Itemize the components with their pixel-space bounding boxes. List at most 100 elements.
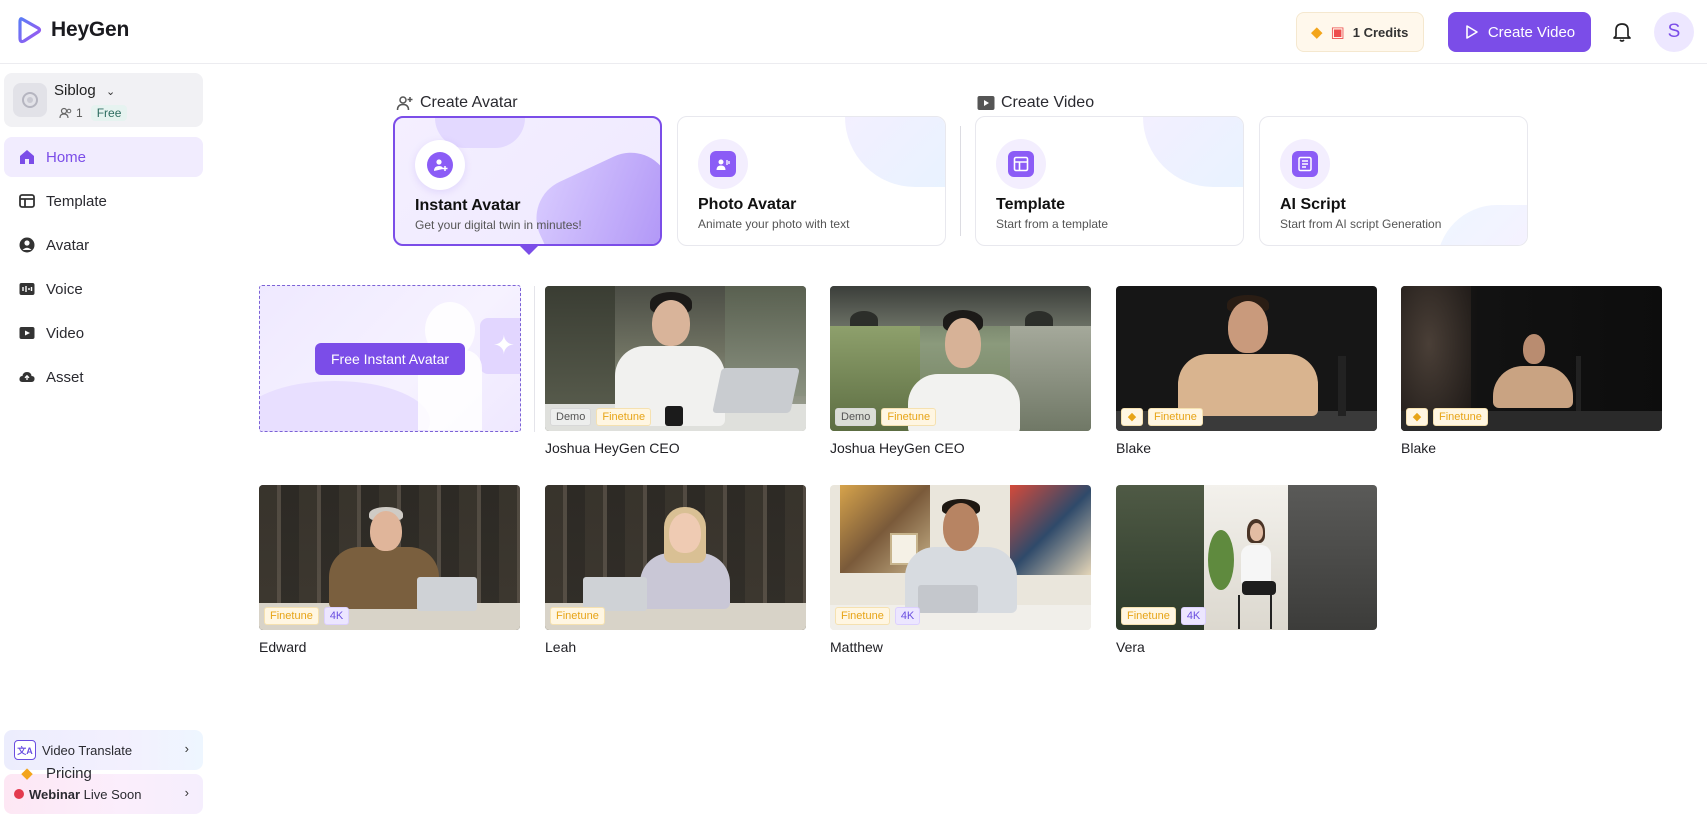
sidebar-item-video[interactable]: Video xyxy=(4,313,203,353)
card-decoration xyxy=(845,117,945,187)
avatar-tile-leah[interactable]: Finetune Leah xyxy=(545,485,806,655)
sidebar-item-label: Home xyxy=(46,148,87,166)
create-video-button[interactable]: Create Video xyxy=(1448,12,1591,52)
finetune-tag: Finetune xyxy=(1121,607,1176,625)
avatar-name: Joshua HeyGen CEO xyxy=(830,440,965,456)
tag-group: ◆ Finetune xyxy=(1406,408,1488,426)
4k-tag: 4K xyxy=(894,607,921,625)
section-divider xyxy=(960,126,961,236)
4k-tag: 4K xyxy=(1180,607,1207,625)
4k-tag: 4K xyxy=(323,607,350,625)
template-card[interactable]: Template Start from a template xyxy=(975,116,1244,246)
avatar-thumbnail[interactable]: Demo Finetune xyxy=(830,286,1091,431)
avatar-tile-joshua-1[interactable]: Demo Finetune Joshua HeyGen CEO xyxy=(545,286,806,456)
plan-badge: Free xyxy=(90,105,128,121)
avatar-thumbnail[interactable]: Finetune 4K xyxy=(1116,485,1377,630)
sidebar-item-home[interactable]: Home xyxy=(4,137,203,177)
sidebar-item-label: Video xyxy=(46,324,85,342)
video-icon xyxy=(19,327,35,339)
gem-icon: ◆ xyxy=(21,765,33,782)
free-instant-avatar-tile[interactable]: ✦ Free Instant Avatar xyxy=(259,285,521,432)
avatar-tile-blake-1[interactable]: ◆ Finetune Blake xyxy=(1116,286,1377,456)
finetune-tag: Finetune xyxy=(1433,408,1488,426)
top-header: HeyGen ◆ ▣ 1 Credits Create Video S xyxy=(0,0,1707,64)
avatar-thumbnail[interactable]: ◆ Finetune xyxy=(1401,286,1662,431)
finetune-tag: Finetune xyxy=(835,607,890,625)
logo[interactable]: HeyGen xyxy=(16,16,129,44)
avatar-tile-blake-2[interactable]: ◆ Finetune Blake xyxy=(1401,286,1662,456)
home-icon xyxy=(20,150,34,164)
tag-group: ◆ Finetune xyxy=(1121,408,1203,426)
workspace-logo-icon xyxy=(13,83,47,117)
ai-script-icon xyxy=(1280,139,1330,189)
sidebar-item-label: Asset xyxy=(46,368,84,386)
create-video-label: Create Video xyxy=(1001,94,1095,111)
finetune-tag: Finetune xyxy=(881,408,937,426)
demo-tag: Demo xyxy=(835,408,877,426)
user-avatar[interactable]: S xyxy=(1654,12,1694,52)
avatar-name: Blake xyxy=(1116,440,1152,456)
heygen-logo-icon xyxy=(18,17,42,44)
avatar-thumbnail[interactable]: Finetune xyxy=(545,485,806,630)
photo-avatar-card[interactable]: Photo Avatar Animate your photo with tex… xyxy=(677,116,946,246)
avatar-name: Edward xyxy=(259,639,307,655)
sidebar-item-label: Voice xyxy=(46,280,83,298)
tag-group: Demo Finetune xyxy=(550,408,652,426)
avatar-icon xyxy=(19,237,35,253)
app-root: HeyGen ◆ ▣ 1 Credits Create Video S Sibl… xyxy=(0,0,1707,815)
avatar-tile-matthew[interactable]: Finetune 4K Matthew xyxy=(830,485,1091,655)
create-video-label: Create Video xyxy=(1487,23,1576,41)
instant-avatar-card[interactable]: Instant Avatar Get your digital twin in … xyxy=(393,116,662,246)
sidebar-item-asset[interactable]: Asset xyxy=(4,357,203,397)
bell-icon[interactable] xyxy=(1610,20,1634,44)
card-title: Instant Avatar xyxy=(415,197,521,214)
avatar-tile-edward[interactable]: Finetune 4K Edward xyxy=(259,485,520,655)
workspace-members: 1 xyxy=(76,106,83,120)
chevron-down-icon: ⌄ xyxy=(106,86,116,98)
sidebar-item-label: Avatar xyxy=(46,236,90,254)
sparkle-icon: ✦ xyxy=(493,330,515,360)
tile-divider xyxy=(534,286,535,432)
avatar-thumbnail[interactable]: Finetune 4K xyxy=(259,485,520,630)
create-avatar-label: Create Avatar xyxy=(420,94,518,111)
sidebar-item-pricing[interactable]: ◆ Pricing xyxy=(4,753,203,793)
sidebar-item-template[interactable]: Template xyxy=(4,181,203,221)
avatar-name: Blake xyxy=(1401,440,1437,456)
card-subtitle: Get your digital twin in minutes! xyxy=(415,218,582,232)
avatar-tile-vera[interactable]: Finetune 4K Vera xyxy=(1116,485,1377,655)
avatar-thumbnail[interactable]: Finetune 4K xyxy=(830,485,1091,630)
avatar-name: Leah xyxy=(545,639,577,655)
tile-decoration xyxy=(260,381,430,431)
avatar-name: Matthew xyxy=(830,639,883,655)
avatar-thumbnail[interactable]: ◆ Finetune xyxy=(1116,286,1377,431)
card-subtitle: Animate your photo with text xyxy=(698,217,850,231)
sidebar-item-label: Pricing xyxy=(46,764,92,782)
tag-group: Finetune xyxy=(550,607,605,625)
voice-icon xyxy=(19,283,35,295)
free-instant-avatar-button[interactable]: Free Instant Avatar xyxy=(315,343,465,375)
create-avatar-heading: Create Avatar xyxy=(396,94,518,112)
finetune-tag: Finetune xyxy=(596,408,652,426)
sidebar-item-label: Template xyxy=(46,192,107,210)
card-title: AI Script xyxy=(1280,196,1346,213)
gem-tag-icon: ◆ xyxy=(1406,408,1428,426)
finetune-tag: Finetune xyxy=(550,607,605,625)
avatar-name: Vera xyxy=(1116,639,1145,655)
card-title: Template xyxy=(996,196,1066,213)
credits-label: 1 Credits xyxy=(1352,24,1409,40)
avatar-tile-joshua-2[interactable]: Demo Finetune Joshua HeyGen CEO xyxy=(830,286,1091,456)
tag-group: Finetune 4K xyxy=(835,607,921,625)
gem-icon: ◆ xyxy=(1311,24,1323,41)
credits-badge[interactable]: ◆ ▣ 1 Credits xyxy=(1296,12,1424,52)
workspace-switcher[interactable]: Siblog ⌄ 1 Free xyxy=(4,73,203,127)
gem-tag-icon: ◆ xyxy=(1121,408,1143,426)
avatar-thumbnail[interactable]: Demo Finetune xyxy=(545,286,806,431)
ai-script-card[interactable]: AI Script Start from AI script Generatio… xyxy=(1259,116,1528,246)
card-decoration xyxy=(1143,117,1243,187)
demo-tag: Demo xyxy=(550,408,592,426)
finetune-tag: Finetune xyxy=(1148,408,1203,426)
members-icon xyxy=(59,107,72,119)
sidebar-item-voice[interactable]: Voice xyxy=(4,269,203,309)
avatar-name: Joshua HeyGen CEO xyxy=(545,440,680,456)
sidebar-item-avatar[interactable]: Avatar xyxy=(4,225,203,265)
